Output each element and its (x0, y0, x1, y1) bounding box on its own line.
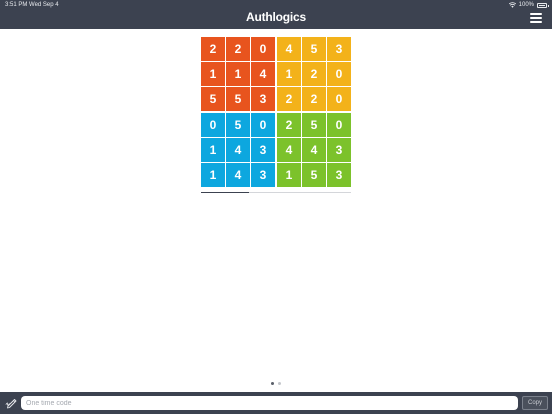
grid-cell[interactable]: 5 (226, 113, 250, 137)
grid-cell[interactable]: 4 (277, 138, 301, 162)
status-indicators: 100% (508, 1, 549, 9)
grid-cell[interactable]: 5 (226, 87, 250, 111)
grid-cell[interactable]: 0 (251, 37, 275, 61)
time-remaining-fill (201, 192, 249, 193)
grid-cell[interactable]: 4 (302, 138, 326, 162)
page-dot[interactable] (278, 382, 281, 385)
grid-cell[interactable]: 2 (302, 87, 326, 111)
status-time-date: 3:51 PM Wed Sep 4 (5, 2, 59, 8)
grid-cell[interactable]: 3 (327, 37, 351, 61)
grid-cell[interactable]: 4 (226, 163, 250, 187)
grid-cell[interactable]: 4 (251, 62, 275, 86)
grid-cell[interactable]: 2 (226, 37, 250, 61)
one-time-code-input[interactable] (21, 396, 518, 410)
grid-cell[interactable]: 5 (302, 163, 326, 187)
grid-cell[interactable]: 2 (201, 37, 225, 61)
grid-cell[interactable]: 1 (201, 138, 225, 162)
token-grid: 220453114120553220050250143443143153 (201, 37, 351, 187)
page-indicator (0, 382, 552, 386)
time-remaining-bar (201, 192, 351, 193)
grid-cell[interactable]: 0 (327, 62, 351, 86)
grid-cell[interactable]: 3 (251, 138, 275, 162)
grid-cell[interactable]: 1 (201, 62, 225, 86)
grid-cell[interactable]: 1 (226, 62, 250, 86)
grid-cell[interactable]: 5 (302, 113, 326, 137)
grid-cell[interactable]: 0 (327, 87, 351, 111)
app-title: Authlogics (246, 10, 306, 24)
grid-cell[interactable]: 0 (251, 113, 275, 137)
wifi-icon (508, 2, 516, 8)
grid-cell[interactable]: 0 (201, 113, 225, 137)
copy-button[interactable]: Copy (522, 396, 548, 410)
grid-cell[interactable]: 3 (327, 163, 351, 187)
page-dot[interactable] (271, 382, 274, 385)
grid-cell[interactable]: 4 (277, 37, 301, 61)
battery-percent: 100% (518, 2, 534, 8)
top-bar: 3:51 PM Wed Sep 4 100% Authlogics (0, 0, 552, 29)
grid-cell[interactable]: 3 (327, 138, 351, 162)
grid-cell[interactable]: 1 (201, 163, 225, 187)
grid-cell[interactable]: 2 (277, 113, 301, 137)
grid-cell[interactable]: 1 (277, 62, 301, 86)
battery-icon (537, 2, 549, 8)
bottom-bar: Copy (0, 392, 552, 414)
grid-cell[interactable]: 4 (226, 138, 250, 162)
grid-cell[interactable]: 2 (277, 87, 301, 111)
signature-pen-icon[interactable] (5, 396, 18, 409)
grid-cell[interactable]: 1 (277, 163, 301, 187)
grid-cell[interactable]: 0 (327, 113, 351, 137)
grid-cell[interactable]: 3 (251, 87, 275, 111)
grid-cell[interactable]: 3 (251, 163, 275, 187)
grid-cell[interactable]: 5 (201, 87, 225, 111)
grid-cell[interactable]: 5 (302, 37, 326, 61)
hamburger-menu-icon[interactable] (530, 13, 542, 23)
grid-cell[interactable]: 2 (302, 62, 326, 86)
